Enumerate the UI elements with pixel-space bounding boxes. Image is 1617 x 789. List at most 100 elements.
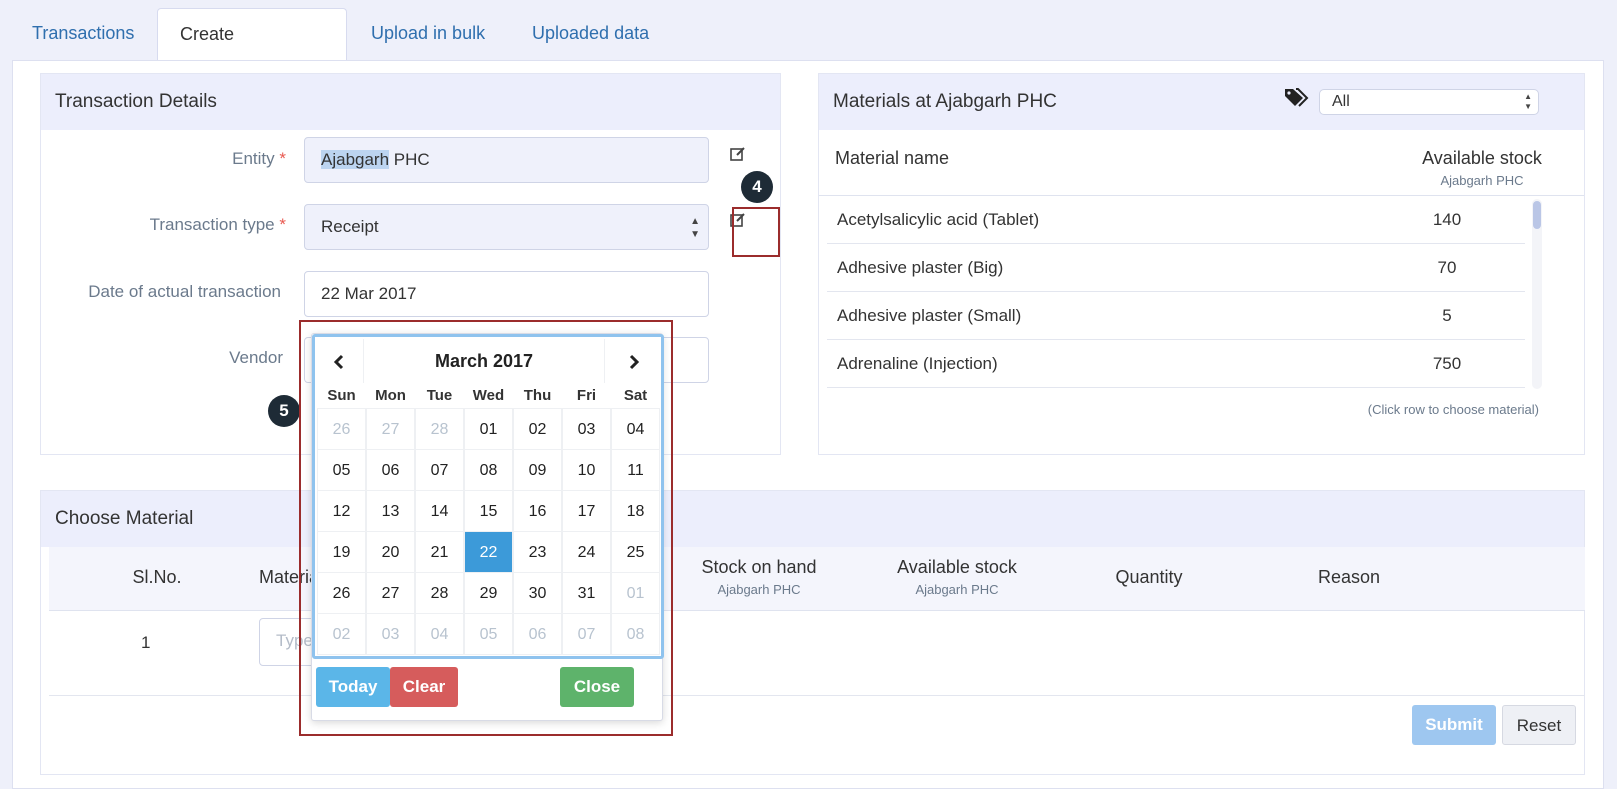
step-marker-5: 5 <box>268 395 300 427</box>
calendar-day[interactable]: 06 <box>366 449 415 491</box>
transaction-type-select[interactable]: Receipt ▲ ▼ <box>304 204 709 250</box>
calendar-day[interactable]: 27 <box>366 572 415 614</box>
submit-button[interactable]: Submit <box>1412 705 1496 745</box>
slno-header: Sl.No. <box>132 567 182 587</box>
tab-uploaded-data[interactable]: Uploaded data <box>510 8 671 62</box>
tags-icon <box>1283 86 1309 114</box>
choose-material-panel: Choose Material Sl.No. Material Stock on… <box>40 490 1585 775</box>
calendar-day[interactable]: 07 <box>415 449 464 491</box>
date-input[interactable]: 22 Mar 2017 <box>304 271 709 317</box>
calendar-day[interactable]: 24 <box>562 531 611 573</box>
entity-edit-icon[interactable] <box>726 145 750 169</box>
calendar-grid: March 2017 Sun Mon Tue Wed Thu Fri Sat 26 27 28 0… <box>312 334 664 659</box>
available-stock-header: Available stock Ajabgarh PHC <box>1422 148 1542 188</box>
calendar-day[interactable]: 03 <box>366 613 415 655</box>
chevron-right-icon <box>629 355 640 370</box>
material-stock: 140 <box>1432 210 1462 229</box>
calendar-day[interactable]: 02 <box>513 408 562 450</box>
materials-scrollbar[interactable] <box>1532 199 1542 389</box>
calendar-day[interactable]: 12 <box>317 490 366 532</box>
calendar-day[interactable]: 26 <box>317 572 366 614</box>
prev-month-button[interactable] <box>319 339 359 383</box>
calendar-day[interactable]: 17 <box>562 490 611 532</box>
date-label: Date of actual transaction <box>88 282 281 301</box>
calendar-day[interactable]: 14 <box>415 490 464 532</box>
material-name: Adrenaline (Injection) <box>837 354 998 373</box>
day-of-week-label: Sat <box>623 387 648 404</box>
row-number: 1 <box>141 633 151 652</box>
calendar-day[interactable]: 04 <box>611 408 660 450</box>
calendar-day[interactable]: 28 <box>415 572 464 614</box>
calendar-day[interactable]: 16 <box>513 490 562 532</box>
calendar-day[interactable]: 13 <box>366 490 415 532</box>
choose-material-table-header: Sl.No. Material Stock on hand Ajabgarh P… <box>49 547 1585 611</box>
material-row[interactable]: Adhesive plaster (Small) 5 <box>827 292 1525 340</box>
divider <box>49 695 1585 696</box>
tab-transactions[interactable]: Transactions <box>10 8 156 62</box>
clear-button[interactable]: Clear <box>390 667 458 707</box>
calendar-day[interactable]: 07 <box>562 613 611 655</box>
today-button[interactable]: Today <box>316 667 390 707</box>
calendar-day[interactable]: 29 <box>464 572 513 614</box>
calendar-day[interactable]: 21 <box>415 531 464 573</box>
calendar-day[interactable]: 06 <box>513 613 562 655</box>
calendar-day[interactable]: 31 <box>562 572 611 614</box>
materials-table-header: Material name Available stock Ajabgarh P… <box>819 130 1584 196</box>
calendar-day[interactable]: 20 <box>366 531 415 573</box>
materials-hint: (Click row to choose material) <box>1367 402 1539 417</box>
reset-button[interactable]: Reset <box>1502 705 1576 745</box>
calendar-day[interactable]: 05 <box>317 449 366 491</box>
material-stock: 750 <box>1432 354 1462 373</box>
day-of-week-label: Sun <box>327 387 356 404</box>
calendar-day[interactable]: 25 <box>611 531 660 573</box>
calendar-day[interactable]: 01 <box>464 408 513 450</box>
calendar-day[interactable]: 01 <box>611 572 660 614</box>
material-stock: 5 <box>1442 306 1452 325</box>
calendar-day[interactable]: 30 <box>513 572 562 614</box>
select-arrows-icon: ▲ ▼ <box>1524 92 1532 111</box>
day-of-week-label: Fri <box>576 387 597 404</box>
calendar-day[interactable]: 08 <box>464 449 513 491</box>
calendar-day[interactable]: 15 <box>464 490 513 532</box>
entity-field[interactable]: Ajabgarh PHC <box>304 137 709 183</box>
calendar-day[interactable]: 08 <box>611 613 660 655</box>
material-row[interactable]: Adrenaline (Injection) 750 <box>827 340 1525 388</box>
material-row[interactable]: Adhesive plaster (Big) 70 <box>827 244 1525 292</box>
calendar-day[interactable]: 09 <box>513 449 562 491</box>
calendar-day[interactable]: 11 <box>611 449 660 491</box>
chevron-left-icon <box>333 355 344 370</box>
calendar-day[interactable]: 03 <box>562 408 611 450</box>
calendar-day[interactable]: 19 <box>317 531 366 573</box>
calendar-day[interactable]: 27 <box>366 408 415 450</box>
step-marker-4: 4 <box>741 171 773 203</box>
calendar-day[interactable]: 04 <box>415 613 464 655</box>
next-month-button[interactable] <box>611 339 657 383</box>
calendar-day[interactable]: 10 <box>562 449 611 491</box>
day-of-week-label: Wed <box>472 387 505 404</box>
transaction-type-label: Transaction type * <box>149 215 286 234</box>
transaction-details-title: Transaction Details <box>41 74 780 130</box>
tab-bar: Transactions Create transaction Upload i… <box>0 0 1617 94</box>
material-name: Adhesive plaster (Small) <box>837 306 1022 325</box>
material-filter-select[interactable]: All ▲ ▼ <box>1319 89 1539 115</box>
material-stock: 70 <box>1437 258 1457 277</box>
calendar-day[interactable]: 02 <box>317 613 366 655</box>
calendar-day[interactable]: 22 <box>464 531 513 573</box>
close-button[interactable]: Close <box>560 667 634 707</box>
calendar-day[interactable]: 05 <box>464 613 513 655</box>
available-stock-header: Available stock Ajabgarh PHC <box>897 557 1017 597</box>
calendar-day[interactable]: 18 <box>611 490 660 532</box>
material-name-header: Material name <box>835 148 950 168</box>
calendar-day[interactable]: 23 <box>513 531 562 573</box>
select-arrows-icon: ▲ ▼ <box>690 216 700 240</box>
material-row[interactable]: Acetylsalicylic acid (Tablet) 140 <box>827 196 1525 244</box>
calendar-day[interactable]: 26 <box>317 408 366 450</box>
tab-create-transaction[interactable]: Create transaction <box>157 8 347 94</box>
day-of-week-label: Tue <box>426 387 453 404</box>
reason-header: Reason <box>1317 567 1381 587</box>
tab-upload-in-bulk[interactable]: Upload in bulk <box>349 8 507 62</box>
calendar-day[interactable]: 28 <box>415 408 464 450</box>
entity-label: Entity * <box>232 149 286 168</box>
scrollbar-thumb[interactable] <box>1533 201 1541 229</box>
calendar-month-title[interactable]: March 2017 <box>363 339 605 383</box>
